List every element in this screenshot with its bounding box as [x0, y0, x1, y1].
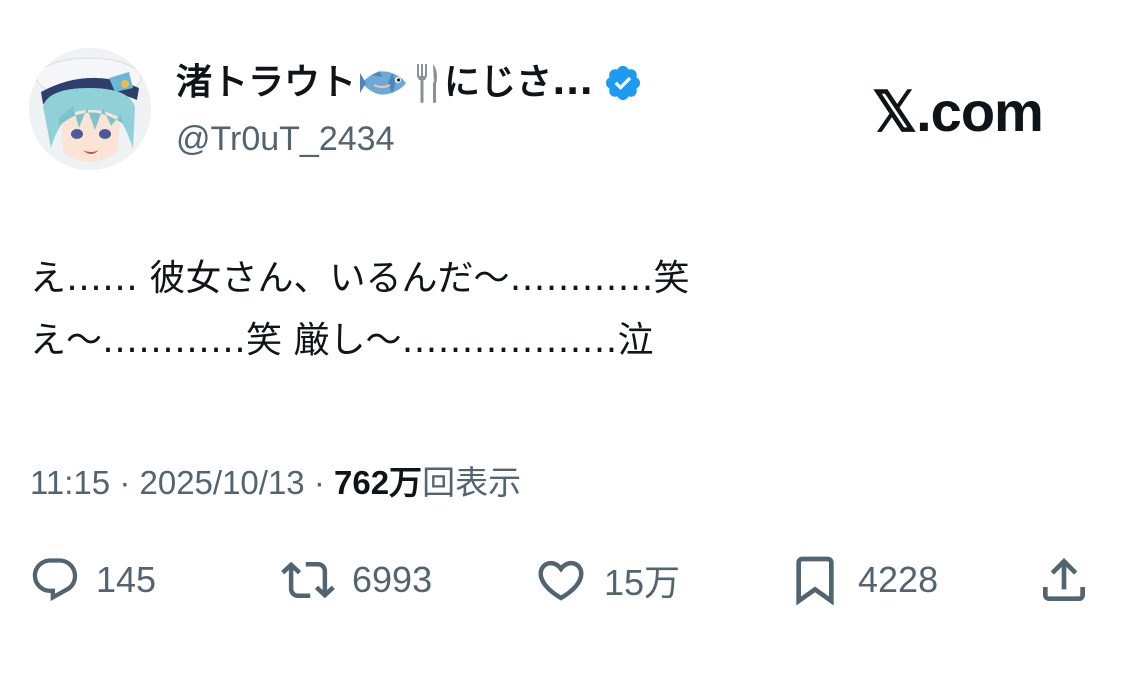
display-name-suffix: にじさ...: [444, 62, 594, 103]
avatar[interactable]: [29, 48, 151, 170]
fork-knife-icon: [412, 60, 442, 106]
tweet-date[interactable]: 2025/10/13: [139, 464, 304, 501]
bookmark-count: 4228: [858, 559, 939, 600]
views-count: 762万: [334, 464, 423, 501]
avatar-illustration: [29, 48, 151, 170]
share-button[interactable]: [1034, 550, 1094, 610]
retweet-count: 6993: [352, 559, 433, 600]
retweet-icon: [281, 561, 335, 599]
reply-count: 145: [96, 559, 157, 600]
meta-separator: ·: [313, 464, 325, 501]
action-bar: 145 6993 15万 4228: [26, 550, 1101, 610]
fish-icon: [358, 63, 408, 103]
share-icon: [1043, 558, 1085, 601]
tweet-text: え…… 彼女さん、いるんだ〜…………笑 え〜…………笑 厳し〜………………泣: [30, 248, 1090, 372]
tweet-time[interactable]: 11:15: [30, 464, 110, 501]
retweet-button[interactable]: 6993: [276, 550, 432, 610]
tweet-meta: 11:15 · 2025/10/13 · 762万回表示: [30, 460, 521, 506]
verified-badge-icon[interactable]: [603, 63, 643, 103]
reply-icon: [32, 558, 78, 602]
reply-button[interactable]: 145: [26, 550, 156, 610]
heart-icon: [538, 560, 584, 601]
tweet-line-1: え…… 彼女さん、いるんだ〜…………笑: [30, 258, 690, 299]
tweet-line-2: え〜…………笑 厳し〜………………泣: [30, 320, 654, 361]
views-label: 回表示: [422, 464, 522, 501]
meta-separator: ·: [119, 464, 131, 501]
x-com-logo: 𝕏.com: [872, 80, 1044, 143]
display-name[interactable]: 渚トラウト にじさ...: [176, 58, 643, 108]
like-count: 15万: [604, 562, 681, 603]
display-name-text: 渚トラウト: [176, 62, 357, 103]
bookmark-button[interactable]: 4228: [784, 550, 938, 610]
user-handle[interactable]: @Tr0uT_2434: [176, 116, 394, 162]
like-button[interactable]: 15万: [530, 550, 680, 610]
bookmark-icon: [796, 556, 834, 606]
